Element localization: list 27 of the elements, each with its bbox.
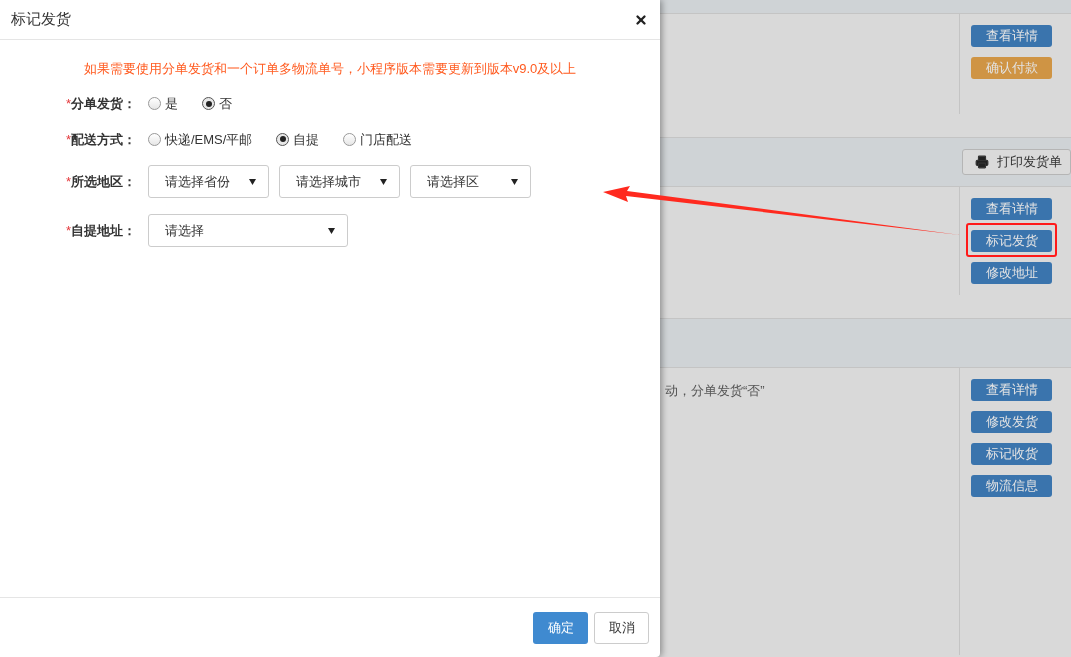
cancel-button[interactable]: 取消 xyxy=(594,611,649,644)
action-button[interactable]: 物流信息 xyxy=(971,474,1052,497)
radio-option[interactable]: 自提 xyxy=(276,129,320,149)
action-button[interactable]: 查看详情 xyxy=(971,197,1052,220)
action-button[interactable]: 标记收货 xyxy=(971,442,1052,465)
confirm-button[interactable]: 确定 xyxy=(533,611,588,644)
select-dropdown[interactable]: 请选择 xyxy=(148,214,348,247)
select-dropdown[interactable]: 请选择省份 xyxy=(148,165,269,198)
field-label: *配送方式： xyxy=(64,130,136,149)
radio-option[interactable]: 快递/EMS/平邮 xyxy=(148,129,253,149)
radio-option[interactable]: 门店配送 xyxy=(343,129,413,149)
print-button[interactable]: 打印发货单 xyxy=(962,149,1071,175)
action-button[interactable]: 查看详情 xyxy=(971,378,1052,401)
order-note: 动，分单发货“否” xyxy=(665,383,765,398)
radio-option[interactable]: 否 xyxy=(202,94,232,114)
select-dropdown[interactable]: 请选择区 xyxy=(410,165,531,198)
action-button[interactable]: 查看详情 xyxy=(971,24,1052,47)
action-button[interactable]: 修改地址 xyxy=(971,261,1052,284)
select-dropdown[interactable]: 请选择城市 xyxy=(279,165,400,198)
field-label: *所选地区： xyxy=(64,172,136,191)
notice-text: 如果需要使用分单发货和一个订单多物流单号，小程序版本需要更新到版本v9.0及以上 xyxy=(83,61,577,76)
action-button[interactable]: 修改发货 xyxy=(971,410,1052,433)
field-label: *自提地址： xyxy=(64,221,136,240)
field-label: *分单发货： xyxy=(64,95,136,113)
radio-option[interactable]: 是 xyxy=(148,94,178,114)
dialog-title: 标记发货 xyxy=(11,9,71,30)
action-button[interactable]: 标记发货 xyxy=(971,229,1052,252)
